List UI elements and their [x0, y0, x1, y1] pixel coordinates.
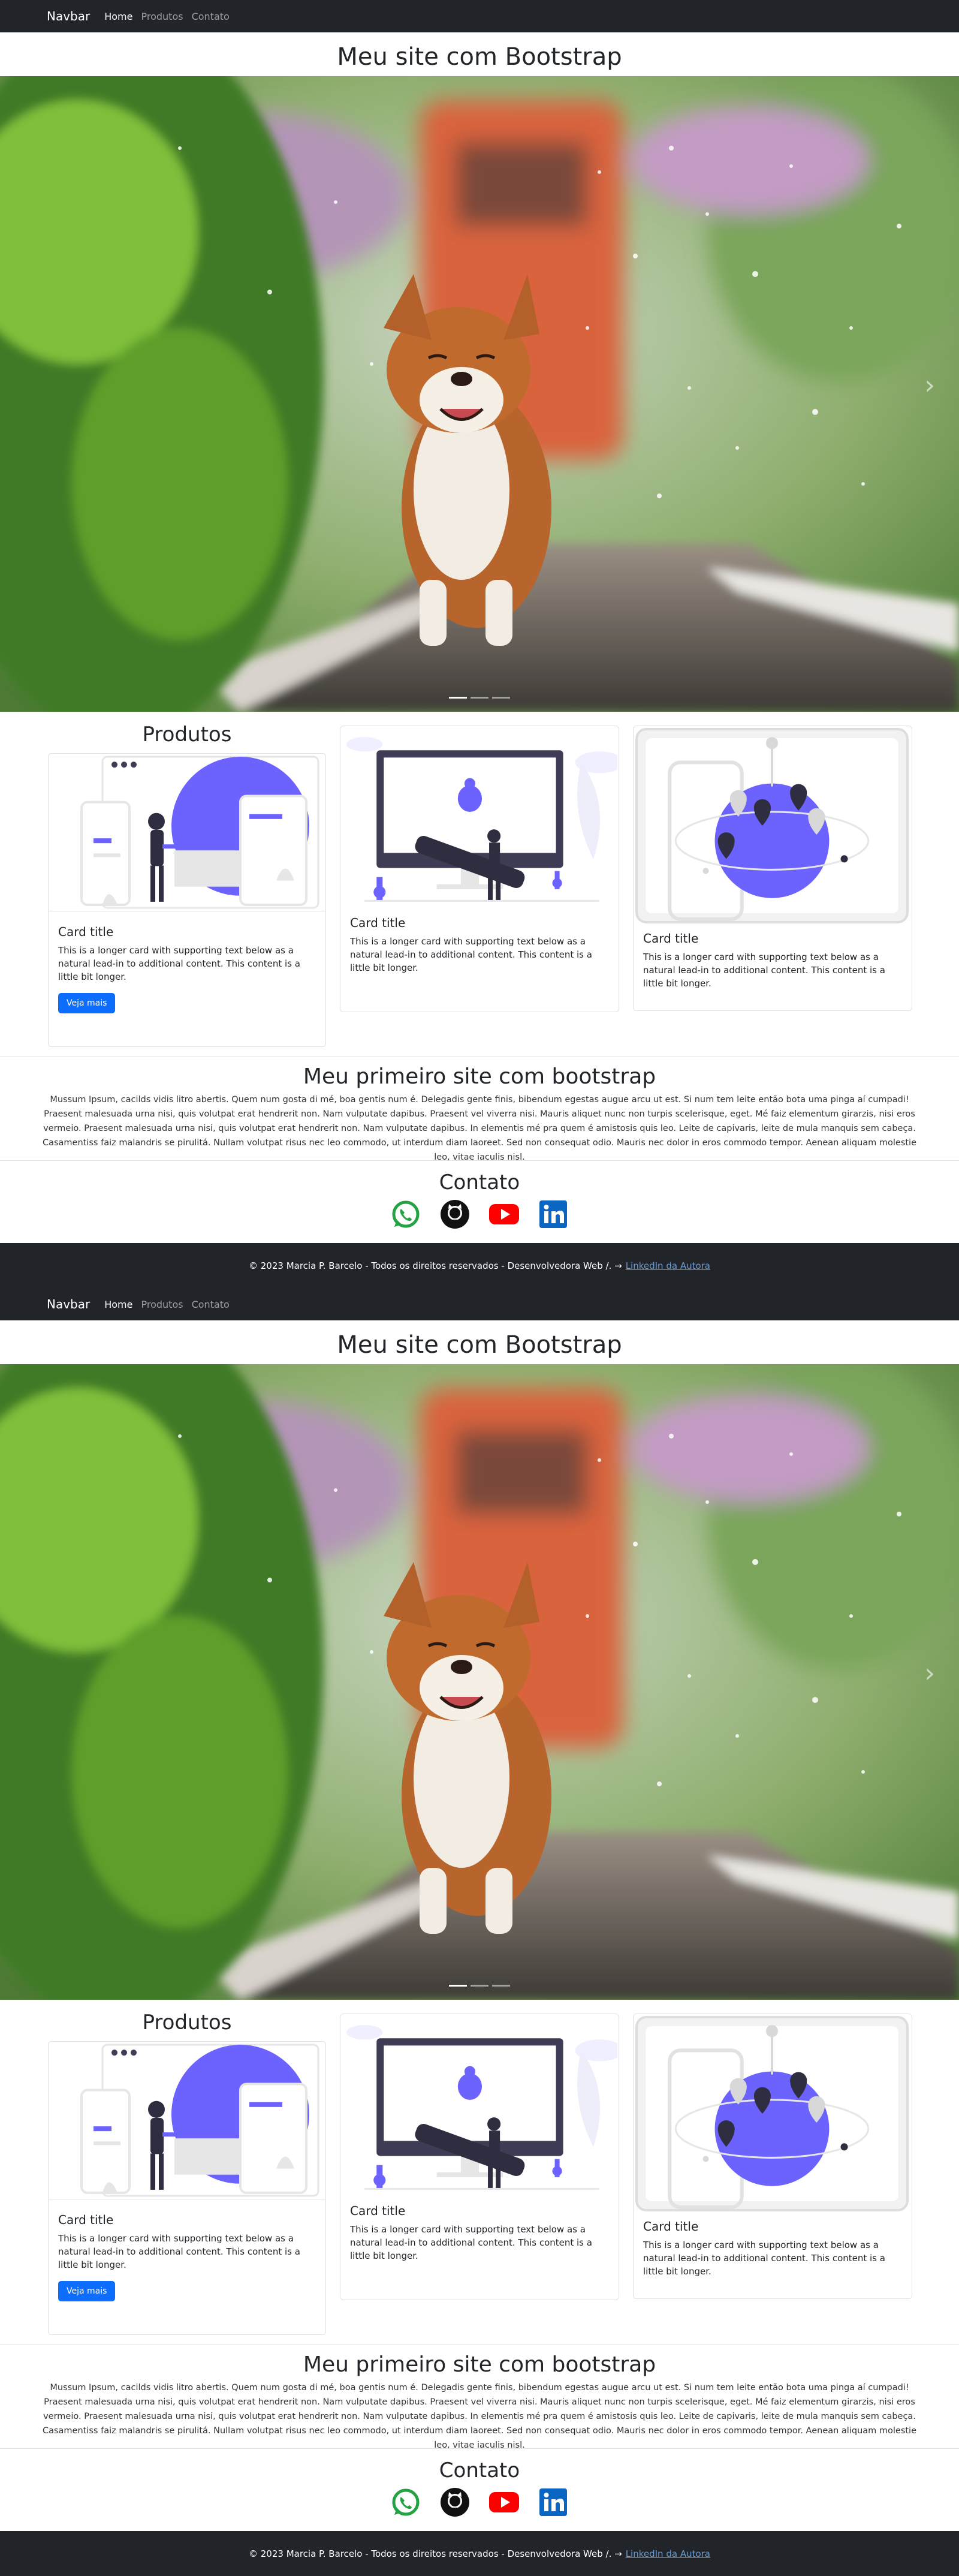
page-copy-1: Navbar Home Produtos Contato Meu site co…: [0, 0, 959, 1288]
nav-links: Home Produtos Contato: [104, 11, 230, 22]
carousel-image: [0, 1364, 959, 2000]
youtube-icon[interactable]: [489, 2487, 519, 2517]
products-title: Produtos: [142, 723, 232, 747]
divider: [0, 2448, 959, 2449]
card-title: Card title: [58, 2213, 114, 2227]
site-title: Meu site com Bootstrap: [337, 1331, 622, 1359]
footer-linkedin-link[interactable]: LinkedIn da Autora: [626, 2548, 710, 2559]
nav-link-produtos[interactable]: Produtos: [141, 1299, 183, 1310]
nav-link-produtos[interactable]: Produtos: [141, 11, 183, 22]
card-title: Card title: [643, 2219, 699, 2234]
carousel: ›: [0, 1364, 959, 2000]
card-text: This is a longer card with supporting te…: [58, 2233, 300, 2270]
carousel-indicator-2[interactable]: [471, 697, 488, 699]
carousel-indicator-3[interactable]: [492, 697, 510, 699]
card-image-3: [634, 726, 912, 925]
chevron-right-icon[interactable]: ›: [924, 370, 935, 401]
about-text: Mussum Ipsum, cacilds vidis litro aberti…: [42, 1095, 917, 1162]
footer-text: © 2023 Marcia P. Barcelo - Todos os dire…: [248, 1260, 622, 1271]
product-card-1: Card title This is a longer card with su…: [48, 753, 326, 1047]
bug-fixing-monitor-illustration: [340, 2014, 617, 2195]
footer-text: © 2023 Marcia P. Barcelo - Todos os dire…: [248, 2548, 622, 2559]
linkedin-icon[interactable]: [538, 1199, 568, 1229]
nav-link-home[interactable]: Home: [104, 1299, 132, 1310]
product-card-3: Card title This is a longer card with su…: [633, 2014, 912, 2299]
card-title: Card title: [350, 2204, 406, 2218]
card-image-1: [49, 2042, 325, 2199]
contact-title: Contato: [439, 2458, 520, 2482]
card-title: Card title: [643, 931, 699, 946]
navbar-brand[interactable]: Navbar: [47, 1297, 90, 1311]
carousel-indicator-1[interactable]: [449, 1985, 467, 1987]
carousel-indicators: [0, 1985, 959, 1987]
footer: © 2023 Marcia P. Barcelo - Todos os dire…: [0, 1243, 959, 1288]
card-text: This is a longer card with supporting te…: [643, 2240, 885, 2277]
about-title: Meu primeiro site com bootstrap: [303, 2352, 656, 2377]
product-card-1: Card title This is a longer card with su…: [48, 2041, 326, 2335]
product-card-3: Card title This is a longer card with su…: [633, 726, 912, 1011]
card-image-3: [634, 2014, 912, 2213]
site-title: Meu site com Bootstrap: [337, 43, 622, 71]
nav-link-home[interactable]: Home: [104, 11, 132, 22]
carousel-indicators: [0, 697, 959, 699]
navbar: Navbar Home Produtos Contato: [0, 1288, 959, 1320]
veja-mais-button[interactable]: Veja mais: [58, 993, 116, 1013]
github-icon[interactable]: [440, 2487, 470, 2517]
carousel-image: [0, 76, 959, 712]
products-title: Produtos: [142, 2011, 232, 2035]
social-icons: [0, 1199, 959, 1229]
people-with-phones-illustration: [49, 2042, 324, 2199]
whatsapp-icon[interactable]: [391, 2487, 421, 2517]
phone-with-map-pins-illustration: [634, 2014, 910, 2213]
footer: © 2023 Marcia P. Barcelo - Todos os dire…: [0, 2531, 959, 2576]
people-with-phones-illustration: [49, 754, 324, 911]
product-card-2: Card title This is a longer card with su…: [340, 726, 619, 1012]
page-copy-2: Navbar Home Produtos Contato Meu site co…: [0, 1288, 959, 2576]
about-text: Mussum Ipsum, cacilds vidis litro aberti…: [42, 2383, 917, 2450]
card-text: This is a longer card with supporting te…: [350, 936, 592, 973]
veja-mais-button[interactable]: Veja mais: [58, 2281, 116, 2301]
card-title: Card title: [350, 916, 406, 930]
phone-with-map-pins-illustration: [634, 726, 910, 925]
footer-linkedin-link[interactable]: LinkedIn da Autora: [626, 1260, 710, 1271]
about-title: Meu primeiro site com bootstrap: [303, 1064, 656, 1089]
carousel-indicator-1[interactable]: [449, 697, 467, 699]
divider: [0, 1160, 959, 1161]
nav-link-contato[interactable]: Contato: [192, 1299, 230, 1310]
card-image-1: [49, 754, 325, 911]
github-icon[interactable]: [440, 1199, 470, 1229]
whatsapp-icon[interactable]: [391, 1199, 421, 1229]
card-text: This is a longer card with supporting te…: [643, 952, 885, 989]
chevron-right-icon[interactable]: ›: [924, 1658, 935, 1689]
carousel: ›: [0, 76, 959, 712]
nav-links: Home Produtos Contato: [104, 1299, 230, 1310]
card-title: Card title: [58, 925, 114, 939]
card-text: This is a longer card with supporting te…: [58, 945, 300, 982]
card-image-2: [340, 2014, 619, 2195]
youtube-icon[interactable]: [489, 1199, 519, 1229]
product-card-2: Card title This is a longer card with su…: [340, 2014, 619, 2300]
card-image-2: [340, 726, 619, 907]
nav-link-contato[interactable]: Contato: [192, 11, 230, 22]
contact-title: Contato: [439, 1170, 520, 1194]
carousel-indicator-2[interactable]: [471, 1985, 488, 1987]
linkedin-icon[interactable]: [538, 2487, 568, 2517]
social-icons: [0, 2487, 959, 2517]
navbar-brand[interactable]: Navbar: [47, 9, 90, 23]
navbar: Navbar Home Produtos Contato: [0, 0, 959, 32]
carousel-indicator-3[interactable]: [492, 1985, 510, 1987]
bug-fixing-monitor-illustration: [340, 726, 617, 907]
card-text: This is a longer card with supporting te…: [350, 2224, 592, 2261]
